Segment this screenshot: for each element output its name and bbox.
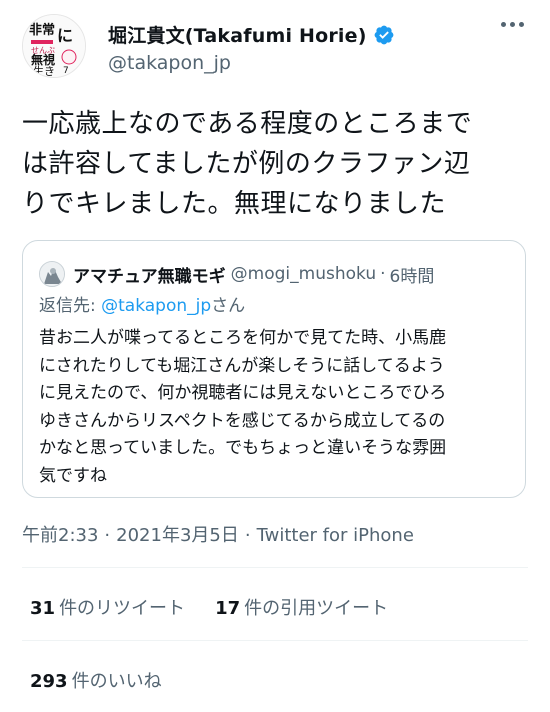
quoted-timestamp: 6時間 <box>389 266 435 287</box>
verified-badge-icon <box>374 25 394 44</box>
tweet-meta: 午前2:33 · 2021年3月5日 · Twitter for iPhone <box>22 521 414 547</box>
quoted-text-line: 昔お二人が喋ってるところを何かで見てた時、小馬鹿 <box>39 328 447 348</box>
quoted-tweet-header: アマチュア無職モギ @mogi_mushoku · 6時間 <box>39 261 434 287</box>
tweet-text-line: りでキレました。無理になりました <box>22 189 447 219</box>
retweets-stat[interactable]: 31 件のリツイート <box>30 594 185 620</box>
svg-text:生き: 生き <box>33 64 55 78</box>
likes-label: 件のいいね <box>71 671 162 692</box>
tweet-stats: 31 件のリツイート 17 件の引用ツイート <box>30 594 418 620</box>
quoted-text-line: に見えたので、何か視聴者には見えないところでひろ <box>39 383 447 403</box>
divider <box>22 640 528 641</box>
divider <box>22 567 528 568</box>
retweets-count: 31 <box>30 598 56 619</box>
quoted-separator: · <box>380 264 386 284</box>
tweet-text-line: は許容してましたが例のクラファン辺 <box>22 149 471 179</box>
tweet-source[interactable]: Twitter for iPhone <box>257 525 414 546</box>
reply-suffix: さん <box>211 296 246 316</box>
more-options-icon[interactable] <box>501 22 524 27</box>
author-name-row: 堀江貴文(Takafumi Horie) <box>108 21 395 48</box>
avatar-image: 非常 に せんぶ 無視 生き 7 <box>23 15 85 78</box>
tweet-text: 一応歳上なのである程度のところまで は許容してましたが例のクラファン辺 りでキレ… <box>22 104 532 224</box>
svg-text:に: に <box>57 26 73 45</box>
quotes-stat[interactable]: 17 件の引用ツイート <box>215 594 388 620</box>
quotes-label: 件の引用ツイート <box>244 598 389 619</box>
quoted-avatar-image <box>40 262 64 286</box>
reply-to-line: 返信先: @takapon_jpさん <box>39 291 245 316</box>
quoted-text-line: ゆきさんからリスペクトを感じてるから成立してるの <box>39 410 446 431</box>
quoted-tweet-text: 昔お二人が喋ってるところを何かで見てた時、小馬鹿 にされたりしても堀江さんが楽し… <box>39 325 519 490</box>
svg-text:非常: 非常 <box>29 22 55 38</box>
reply-prefix: 返信先: <box>39 296 102 316</box>
tweet-date[interactable]: 2021年3月5日 <box>116 525 239 546</box>
retweets-label: 件のリツイート <box>59 598 186 619</box>
quoted-author-name: アマチュア無職モギ <box>73 266 226 287</box>
tweet-header: 非常 に せんぶ 無視 生き 7 堀江貴文(Takafumi Horie) @t… <box>22 12 528 82</box>
tweet-text-line: 一応歳上なのである程度のところまで <box>22 109 473 139</box>
likes-count: 293 <box>30 671 68 692</box>
author-handle[interactable]: @takapon_jp <box>108 52 231 74</box>
quoted-text-line: 気ですね <box>39 465 107 486</box>
quoted-text-line: かなと思っていました。でもちょっと違いそうな雰囲 <box>39 438 447 458</box>
quoted-author-handle: @mogi_mushoku <box>230 264 377 284</box>
author-display-name[interactable]: 堀江貴文(Takafumi Horie) <box>108 21 367 48</box>
author-avatar[interactable]: 非常 に せんぶ 無視 生き 7 <box>22 14 86 78</box>
reply-to-link[interactable]: @takapon_jp <box>101 296 211 316</box>
meta-separator: · <box>244 525 251 546</box>
quotes-count: 17 <box>215 598 241 619</box>
svg-text:7: 7 <box>63 66 69 76</box>
quoted-tweet[interactable]: アマチュア無職モギ @mogi_mushoku · 6時間 返信先: @taka… <box>22 240 526 498</box>
likes-stat[interactable]: 293 件のいいね <box>30 667 162 693</box>
quoted-text-line: にされたりしても堀江さんが楽しそうに話してるよう <box>39 355 445 376</box>
quoted-author-avatar <box>39 261 65 287</box>
tweet-time[interactable]: 午前2:33 <box>22 525 98 546</box>
meta-separator: · <box>104 525 111 546</box>
